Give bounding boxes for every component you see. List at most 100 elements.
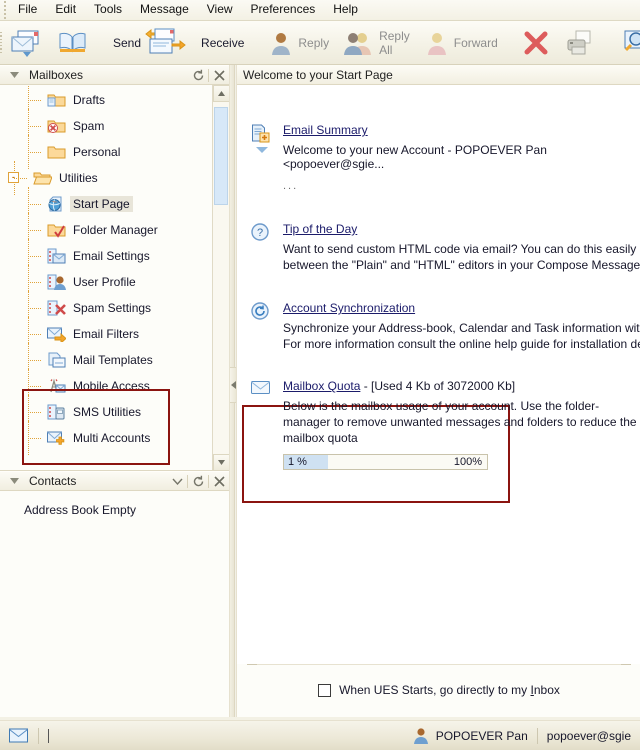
- chevron-down-icon[interactable]: [167, 472, 187, 490]
- envelope-icon: [251, 380, 271, 398]
- tree-label: SMS Utilities: [73, 405, 142, 419]
- address-book-icon: [57, 28, 89, 58]
- scroll-down-button[interactable]: [213, 454, 229, 470]
- tree-connector: [10, 421, 46, 455]
- collapse-triangle-icon[interactable]: [256, 147, 268, 153]
- forward-button[interactable]: Forward: [417, 23, 505, 63]
- spam-settings-icon: [46, 299, 66, 317]
- start-page-header: Welcome to your Start Page: [237, 65, 640, 85]
- send-receive-button[interactable]: Send Receive: [106, 23, 251, 63]
- scrollbar-track[interactable]: [213, 102, 229, 454]
- mailboxes-collapse-icon[interactable]: [4, 66, 24, 84]
- reply-all-label: Reply All: [379, 28, 410, 57]
- tree-item-personal[interactable]: Personal: [0, 135, 211, 169]
- refresh-icon[interactable]: [188, 66, 208, 84]
- tree-item-email-filters[interactable]: Email Filters: [0, 317, 211, 351]
- close-icon[interactable]: [209, 66, 229, 84]
- mail-templates-icon: [46, 351, 66, 369]
- delete-x-icon: [522, 29, 550, 57]
- tree-item-sms-utilities[interactable]: SMS Utilities: [0, 395, 211, 429]
- toolbar: Send Receive Reply Reply All Forward: [0, 21, 640, 65]
- section-email-summary: Email Summary Welcome to your new Accoun…: [237, 123, 640, 192]
- multi-accounts-icon: [46, 429, 66, 447]
- menu-help[interactable]: Help: [324, 0, 367, 20]
- tree-item-start-page[interactable]: Start Page: [0, 187, 211, 221]
- tree-item-mobile-access[interactable]: Mobile Access: [0, 369, 211, 403]
- forward-label: Forward: [453, 35, 498, 50]
- status-mail-indicator[interactable]: [0, 721, 38, 750]
- inbox-startup-label: When UES Starts, go directly to my Inbox: [339, 683, 560, 697]
- mailboxes-panel-header: Mailboxes: [0, 65, 229, 85]
- tree-label: Multi Accounts: [73, 431, 151, 445]
- tree-label: Folder Manager: [73, 223, 158, 237]
- search-button[interactable]: [615, 23, 640, 63]
- sync-circle-icon: [251, 302, 269, 323]
- tree-label: Email Settings: [73, 249, 150, 263]
- tree-item-spam[interactable]: Spam: [0, 109, 211, 143]
- tree-item-user-profile[interactable]: User Profile: [0, 265, 211, 299]
- menu-preferences[interactable]: Preferences: [242, 0, 325, 20]
- user-avatar-icon: [413, 727, 429, 744]
- status-bar: POPOEVER Pan popoever@sgie: [0, 720, 640, 750]
- email-filters-icon: [46, 325, 66, 343]
- quota-progress-value: 1 %: [288, 456, 307, 468]
- section-account-synchronization: Account Synchronization Synchronize your…: [237, 301, 640, 352]
- reply-all-icon: [343, 29, 375, 57]
- email-summary-entry[interactable]: Welcome to your new Account - POPOEVER P…: [283, 143, 640, 171]
- contacts-panel-header: Contacts: [0, 471, 229, 491]
- globe-page-icon: [46, 195, 66, 213]
- receive-label: Receive: [201, 35, 245, 50]
- status-message-cell: [39, 721, 65, 750]
- close-icon[interactable]: [209, 472, 229, 490]
- tree-expander[interactable]: -: [8, 172, 19, 183]
- mobile-access-icon: [46, 377, 66, 395]
- delete-button[interactable]: [515, 23, 557, 63]
- envelope-icon: [9, 728, 29, 743]
- folder-check-icon: [46, 221, 66, 239]
- email-summary-row: Welcome to your new Account - POPOEVER P…: [256, 143, 640, 171]
- account-synchronization-link[interactable]: Account Synchronization: [283, 301, 415, 315]
- status-user-email: popoever@sgie: [546, 728, 631, 743]
- panel-splitter[interactable]: [229, 65, 236, 720]
- tree-item-email-settings[interactable]: Email Settings: [0, 239, 211, 273]
- contacts-collapse-icon[interactable]: [4, 472, 24, 490]
- tree-label: User Profile: [73, 275, 136, 289]
- menu-view[interactable]: View: [198, 0, 242, 20]
- menu-edit[interactable]: Edit: [46, 0, 85, 20]
- inbox-startup-checkbox[interactable]: [318, 683, 332, 697]
- tree-item-mail-templates[interactable]: Mail Templates: [0, 343, 211, 377]
- menu-file[interactable]: File: [9, 0, 46, 20]
- mailboxes-tree: Drafts Spam Personal - Utilities Start P…: [0, 85, 229, 471]
- email-summary-link[interactable]: Email Summary: [283, 123, 368, 137]
- reply-all-button[interactable]: Reply All: [336, 23, 417, 63]
- tree-label: Spam Settings: [73, 301, 152, 315]
- menu-tools[interactable]: Tools: [85, 0, 131, 20]
- tree-item-folder-manager[interactable]: Folder Manager: [0, 213, 211, 247]
- print-button[interactable]: [557, 23, 605, 63]
- question-circle-icon: ?: [251, 223, 269, 244]
- forward-icon: [424, 29, 450, 57]
- status-user-email-cell[interactable]: popoever@sgie: [538, 721, 640, 750]
- reply-button[interactable]: Reply: [261, 23, 336, 63]
- inbox-startup-option[interactable]: When UES Starts, go directly to my Inbox: [237, 683, 640, 697]
- mailbox-quota-link[interactable]: Mailbox Quota: [283, 379, 360, 393]
- tip-of-the-day-link[interactable]: Tip of the Day: [283, 222, 357, 236]
- mailboxes-scrollbar[interactable]: [212, 85, 229, 470]
- status-user-cell[interactable]: POPOEVER Pan: [404, 721, 537, 750]
- tree-item-spam-settings[interactable]: Spam Settings: [0, 291, 211, 325]
- new-message-button[interactable]: [2, 23, 50, 63]
- tree-item-drafts[interactable]: Drafts: [0, 85, 211, 117]
- menu-grip[interactable]: [0, 0, 9, 21]
- refresh-icon[interactable]: [188, 472, 208, 490]
- send-label: Send: [113, 35, 142, 50]
- scrollbar-thumb[interactable]: [214, 107, 228, 205]
- search-mail-icon: [622, 27, 640, 59]
- tree-item-multi-accounts[interactable]: Multi Accounts: [0, 421, 211, 455]
- new-message-icon: [9, 28, 43, 58]
- address-book-button[interactable]: [50, 23, 96, 63]
- svg-text:?: ?: [257, 227, 263, 239]
- tree-item-utilities[interactable]: - Utilities: [0, 161, 211, 195]
- scroll-up-button[interactable]: [213, 85, 229, 102]
- menu-message[interactable]: Message: [131, 0, 198, 20]
- mailboxes-title: Mailboxes: [29, 68, 84, 82]
